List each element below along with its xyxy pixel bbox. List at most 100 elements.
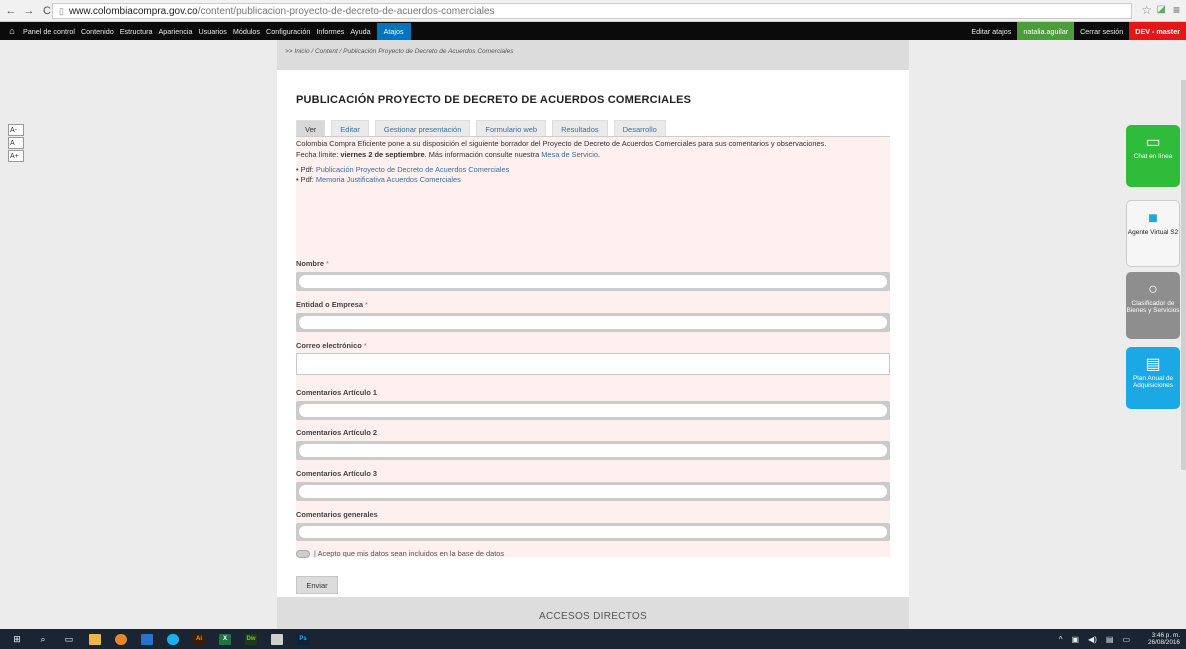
consent-label: | Acepto que mis datos sean incluidos en… [314,549,505,558]
tab-edit[interactable]: Editar [331,120,369,136]
illustrator-icon[interactable]: Ai [190,632,208,646]
clock-date: 26/08/2016 [1148,639,1180,646]
scrollbar[interactable] [1181,80,1186,470]
forward-icon[interactable]: → [22,5,36,17]
doc-link-decree[interactable]: Publicación Proyecto de Decreto de Acuer… [316,165,510,174]
admin-item-structure[interactable]: Estructura [120,27,153,36]
admin-item-config[interactable]: Configuración [266,27,310,36]
chat-label: Chat en línea [1133,153,1173,160]
admin-item-panel[interactable]: Panel de control [23,27,75,36]
admin-toolbar: ⌂ Panel de control Contenido Estructura … [0,22,1186,40]
edit-shortcuts-link[interactable]: Editar atajos [965,22,1017,40]
excel-icon[interactable]: X [216,632,234,646]
entidad-field[interactable] [296,313,890,332]
agent-label: Agente Virtual S2 [1127,229,1179,236]
menu-icon[interactable]: ≡ [1173,3,1180,17]
art1-label: Comentarios Artículo 1 [296,388,378,397]
admin-right: Editar atajos natalia.aguilar Cerrar ses… [965,22,1186,40]
consent-checkbox-icon[interactable] [296,549,310,558]
font-decrease-button[interactable]: A- [8,124,24,136]
outlook-icon[interactable] [138,632,156,646]
skype-icon[interactable] [164,632,182,646]
extension-icon[interactable]: ◪ [1157,4,1166,15]
home-icon[interactable]: ⌂ [4,26,20,36]
user-link[interactable]: natalia.aguilar [1017,22,1075,40]
logout-link[interactable]: Cerrar sesión [1074,22,1129,40]
admin-item-content[interactable]: Contenido [81,27,114,36]
keyboard-icon[interactable]: ▭ [1122,635,1130,644]
browser-toolbar: ← → C ▯ www.colombiacompra.gov.co/conten… [0,0,1186,22]
tab-results[interactable]: Resultados [552,120,608,136]
magnifier-icon: ○ [1148,281,1158,298]
chat-icon: ▭ [1145,134,1161,151]
email-field[interactable] [296,353,890,375]
footer-shortcuts: ACCESOS DIRECTOS [277,597,909,629]
service-desk-link[interactable]: Mesa de Servicio [541,150,598,159]
font-increase-button[interactable]: A+ [8,150,24,162]
document-icon: ▤ [1145,356,1161,373]
url-path: /content/publicacion-proyecto-de-decreto… [197,5,495,17]
doc-prefix: Pdf: [300,175,314,184]
admin-item-reports[interactable]: Informes [316,27,344,36]
plan-widget[interactable]: ▤ Plan Anual de Adquisiciones [1126,347,1180,409]
file-explorer-icon[interactable] [86,632,104,646]
plan-label: Plan Anual de Adquisiciones [1132,375,1174,389]
art2-label: Comentarios Artículo 2 [296,428,378,437]
document-list: Pdf: Publicación Proyecto de Decreto de … [296,165,890,185]
tabs: Ver Editar Gestionar presentación Formul… [296,120,890,137]
list-item: Pdf: Memoria Justificativa Acuerdos Come… [296,175,890,185]
webform: Colombia Compra Eficiente pone a su disp… [296,137,890,557]
nombre-label: Nombre * [296,259,329,268]
dreamweaver-icon[interactable]: Dw [242,632,260,646]
address-bar[interactable]: ▯ www.colombiacompra.gov.co/content/publ… [52,3,1132,19]
windows-start-icon[interactable]: ⊞ [8,632,26,646]
admin-item-appearance[interactable]: Apariencia [159,27,193,36]
doc-prefix: Pdf: [300,165,314,174]
virtual-agent-widget[interactable]: ■ Agente Virtual S2 [1126,200,1180,267]
chevron-up-icon[interactable]: ^ [1059,635,1063,644]
entidad-label: Entidad o Empresa * [296,300,368,309]
network-icon[interactable]: ▣ [1071,635,1079,644]
deadline-label: Fecha límite: [296,150,339,159]
admin-item-help[interactable]: Ayuda [350,27,370,36]
main-content: >> Inicio / Content / Publicación Proyec… [277,40,909,629]
list-item: Pdf: Publicación Proyecto de Decreto de … [296,165,890,175]
notification-icon[interactable]: ▤ [1106,635,1114,644]
chat-widget[interactable]: ▭ Chat en línea [1126,125,1180,187]
photos-icon[interactable] [268,632,286,646]
star-icon[interactable]: ☆ [1141,3,1152,17]
consent-row: | Acepto que mis datos sean incluidos en… [296,549,504,558]
correo-label: Correo electrónico * [296,341,367,350]
admin-item-shortcuts[interactable]: Atajos [376,22,411,40]
breadcrumb[interactable]: >> Inicio / Content / Publicación Proyec… [277,40,909,70]
page-icon: ▯ [59,5,64,16]
tab-development[interactable]: Desarrollo [613,120,666,136]
art3-label: Comentarios Artículo 3 [296,469,378,478]
photoshop-icon[interactable]: Ps [294,632,312,646]
clock[interactable]: 3:46 p. m. 26/08/2016 [1139,632,1180,646]
chrome-icon[interactable] [112,632,130,646]
admin-item-users[interactable]: Usuarios [198,27,226,36]
comments-art3-field[interactable] [296,482,890,501]
tab-view[interactable]: Ver [296,120,326,136]
page: >> Inicio / Content / Publicación Proyec… [0,40,1186,629]
doc-link-memo[interactable]: Memoria Justificativa Acuerdos Comercial… [316,175,461,184]
general-label: Comentarios generales [296,510,378,519]
nombre-field[interactable] [296,272,890,291]
tab-manage-display[interactable]: Gestionar presentación [374,120,471,136]
tab-webform[interactable]: Formulario web [476,120,547,136]
taskbar: ⊞ ⌕ ▭ Ai X Dw Ps ^ ▣ ◀) ▤ ▭ 3:46 p. m. 2… [0,629,1186,649]
search-icon[interactable]: ⌕ [34,632,52,646]
back-icon[interactable]: ← [4,5,18,17]
font-reset-button[interactable]: A [8,137,24,149]
volume-icon[interactable]: ◀) [1088,635,1097,644]
admin-item-modules[interactable]: Módulos [233,27,260,36]
comments-art2-field[interactable] [296,441,890,460]
comments-art1-field[interactable] [296,401,890,420]
deadline-text: Fecha límite: viernes 2 de septiembre. M… [296,150,601,159]
submit-button[interactable]: Enviar [296,576,338,594]
system-tray: ^ ▣ ◀) ▤ ▭ 3:46 p. m. 26/08/2016 [1050,629,1180,649]
classifier-widget[interactable]: ○ Clasificador de Bienes y Servicios [1126,272,1180,339]
task-view-icon[interactable]: ▭ [60,632,78,646]
comments-general-field[interactable] [296,523,890,541]
